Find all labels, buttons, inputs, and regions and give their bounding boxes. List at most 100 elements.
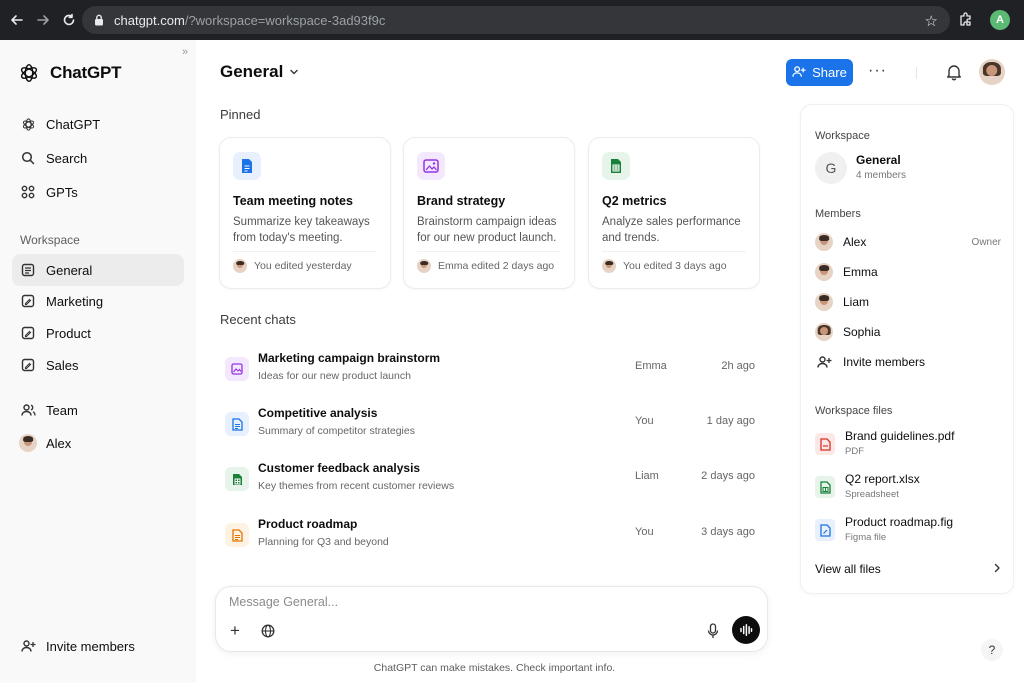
- workspace-title-dropdown[interactable]: General: [220, 62, 299, 82]
- card-title: Brand strategy: [417, 194, 506, 208]
- chat-title: Customer feedback analysis: [258, 461, 421, 475]
- sidebar-item-label: Sales: [46, 357, 79, 373]
- member-item[interactable]: Alex Owner: [815, 230, 1001, 254]
- workspace-section-label: Workspace: [20, 233, 80, 247]
- chat-time: 2 days ago: [701, 470, 755, 482]
- microphone-icon[interactable]: [706, 623, 720, 639]
- member-item[interactable]: Liam: [815, 290, 1001, 314]
- card-description: Summarize key takeaways from today's mee…: [233, 216, 370, 244]
- add-user-icon: [815, 353, 833, 371]
- file-item[interactable]: Product roadmap.fig Figma file: [815, 513, 1001, 545]
- sidebar-item-search[interactable]: Search: [12, 142, 184, 174]
- sidebar-item-chatgpt[interactable]: ChatGPT: [12, 108, 184, 140]
- member-name: Emma: [843, 265, 878, 279]
- sidebar-invite-members[interactable]: Invite members: [12, 630, 184, 662]
- card-meta: Emma edited 2 days ago: [417, 259, 554, 273]
- search-icon: [20, 150, 36, 166]
- sidebar-item-general[interactable]: General: [12, 254, 184, 286]
- avatar: [815, 293, 833, 311]
- member-item[interactable]: Emma: [815, 260, 1001, 284]
- sidebar-item-label: Alex: [46, 435, 72, 451]
- share-button[interactable]: Share: [786, 59, 853, 86]
- sidebar: » ChatGPT ChatGPT Search GPTs Workspace …: [0, 40, 196, 683]
- card-meta: You edited 3 days ago: [602, 259, 727, 273]
- pdf-icon: [815, 433, 835, 455]
- file-item[interactable]: Q2 report.xlsx Spreadsheet: [815, 470, 1001, 502]
- member-item[interactable]: Sophia: [815, 320, 1001, 344]
- plus-icon[interactable]: +: [230, 622, 240, 639]
- workspace-panel: Workspace G General 4 members Members Al…: [800, 104, 1014, 594]
- url-host: chatgpt.com: [114, 12, 185, 28]
- message-input[interactable]: Message General...: [229, 595, 338, 609]
- add-user-icon: [20, 638, 36, 654]
- spreadsheet-icon: [815, 476, 835, 498]
- sidebar-item-label: General: [46, 262, 93, 278]
- back-icon[interactable]: [8, 11, 26, 29]
- collapse-sidebar-icon[interactable]: »: [182, 46, 188, 58]
- reload-icon[interactable]: [60, 11, 78, 29]
- document-icon: [233, 152, 261, 180]
- avatar: [815, 323, 833, 341]
- pinned-card-q2-metrics[interactable]: Q2 metrics Analyze sales performance and…: [588, 137, 760, 289]
- list-item[interactable]: Competitive analysis Summary of competit…: [220, 399, 764, 453]
- globe-icon[interactable]: [261, 624, 275, 638]
- sidebar-item-label: GPTs: [46, 184, 78, 200]
- bell-icon[interactable]: [946, 63, 962, 81]
- message-composer[interactable]: Message General... +: [215, 586, 768, 652]
- view-all-label: View all files: [815, 562, 881, 576]
- chat-owner: Liam: [635, 470, 659, 482]
- file-name: Q2 report.xlsx: [845, 472, 920, 486]
- chat-subtitle: Summary of competitor strategies: [258, 425, 415, 437]
- invite-members-button[interactable]: Invite members: [815, 350, 1001, 374]
- chat-time: 2h ago: [721, 360, 755, 372]
- card-title: Team meeting notes: [233, 194, 353, 208]
- sidebar-item-user[interactable]: Alex: [12, 427, 184, 459]
- figma-icon: [815, 519, 835, 541]
- document-icon: [225, 523, 249, 547]
- lock-icon: [92, 13, 106, 27]
- forward-icon[interactable]: [34, 11, 52, 29]
- url-path: /?workspace=workspace-3ad93f9c: [184, 12, 386, 28]
- file-item[interactable]: Brand guidelines.pdf PDF: [815, 427, 1001, 459]
- pinned-card-brand-strategy[interactable]: Brand strategy Brainstorm campaign ideas…: [403, 137, 575, 289]
- member-name: Liam: [843, 295, 870, 309]
- chat-title: Marketing campaign brainstorm: [258, 351, 441, 365]
- bookmark-star-icon[interactable]: ☆: [925, 12, 938, 30]
- address-bar[interactable]: chatgpt.com/?workspace=workspace-3ad93f9…: [82, 6, 950, 34]
- sidebar-item-label: Marketing: [46, 293, 104, 309]
- panel-workspace-label: Workspace: [815, 130, 870, 142]
- sidebar-item-team[interactable]: Team: [12, 394, 184, 426]
- extensions-icon[interactable]: [958, 11, 976, 29]
- brand[interactable]: ChatGPT: [18, 62, 122, 84]
- help-button[interactable]: ?: [981, 639, 1003, 661]
- recent-chats-heading: Recent chats: [220, 312, 296, 327]
- member-role: Owner: [971, 236, 1001, 248]
- chevron-right-icon: [993, 562, 1001, 576]
- page-title: General: [220, 62, 284, 81]
- avatar: [602, 259, 616, 273]
- card-title: Q2 metrics: [602, 194, 667, 208]
- avatar: [19, 434, 37, 452]
- pinned-card-team-meeting-notes[interactable]: Team meeting notes Summarize key takeawa…: [219, 137, 391, 289]
- sidebar-item-sales[interactable]: Sales: [12, 349, 184, 381]
- chat-time: 3 days ago: [701, 526, 755, 538]
- more-options-button[interactable]: ···: [868, 62, 887, 80]
- avatar: [815, 233, 833, 251]
- view-all-files-link[interactable]: View all files: [815, 562, 1001, 576]
- chevron-down-icon: [289, 62, 299, 82]
- file-name: Product roadmap.fig: [845, 515, 954, 529]
- voice-mode-button[interactable]: [732, 616, 760, 644]
- list-item[interactable]: Product roadmap Planning for Q3 and beyo…: [220, 510, 764, 564]
- list-item[interactable]: Marketing campaign brainstorm Ideas for …: [220, 344, 764, 398]
- add-user-icon: [792, 65, 806, 81]
- sidebar-item-gpts[interactable]: GPTs: [12, 176, 184, 208]
- workspace-member-count: 4 members: [856, 170, 907, 181]
- sidebar-item-label: Search: [46, 150, 88, 166]
- list-item[interactable]: Customer feedback analysis Key themes fr…: [220, 454, 764, 508]
- sidebar-item-marketing[interactable]: Marketing: [12, 285, 184, 317]
- browser-profile-avatar[interactable]: A: [990, 10, 1010, 30]
- image-icon: [417, 152, 445, 180]
- sidebar-item-product[interactable]: Product: [12, 317, 184, 349]
- avatar: [233, 259, 247, 273]
- user-avatar[interactable]: [979, 59, 1005, 85]
